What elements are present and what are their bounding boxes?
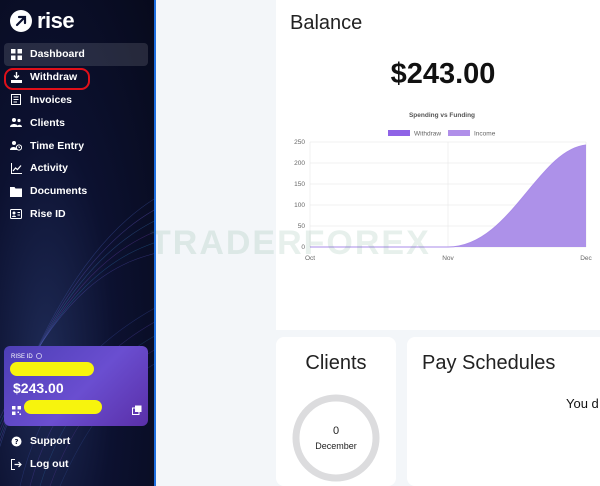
logout-icon xyxy=(10,458,22,470)
y-tick-label: 50 xyxy=(298,223,306,230)
sidebar-item-clients[interactable]: Clients xyxy=(4,111,148,134)
sidebar-item-rise-id[interactable]: Rise ID xyxy=(4,203,148,226)
sidebar-item-documents[interactable]: Documents xyxy=(4,180,148,203)
logo-text: rise xyxy=(37,8,75,33)
sidebar-item-label: Support xyxy=(30,435,71,448)
sidebar-item-dashboard[interactable]: Dashboard xyxy=(4,43,148,66)
balance-panel: Balance $243.00 Spending vs Funding With… xyxy=(276,0,600,330)
chart-x-axis: Oct Nov Dec xyxy=(305,255,593,262)
sidebar-nav: Dashboard Withdraw Invoices Clients Time… xyxy=(4,43,148,225)
sidebar: rise Dashboard Withdraw Invoices Clients xyxy=(0,0,156,486)
y-tick-label: 200 xyxy=(294,160,305,167)
sidebar-item-logout[interactable]: Log out xyxy=(4,453,148,476)
sidebar-item-withdraw[interactable]: Withdraw xyxy=(4,66,148,90)
legend-label-0[interactable]: Withdraw xyxy=(414,131,441,138)
pay-schedules-title: Pay Schedules xyxy=(422,352,556,374)
id-card-icon xyxy=(10,208,22,220)
spending-vs-funding-chart: Spending vs Funding Withdraw Income 250 20… xyxy=(276,106,600,266)
y-tick-label: 0 xyxy=(301,244,305,251)
sidebar-item-label: Time Entry xyxy=(30,139,85,152)
rise-id-card[interactable]: RISE ID $243.00 xyxy=(4,346,148,426)
y-tick-label: 100 xyxy=(294,202,305,209)
withdraw-icon xyxy=(10,71,22,83)
rise-id-label-row: RISE ID xyxy=(11,353,42,361)
info-icon[interactable] xyxy=(35,353,42,361)
sidebar-item-label: Rise ID xyxy=(30,207,66,220)
sidebar-item-activity[interactable]: Activity xyxy=(4,157,148,180)
rise-logo[interactable]: rise xyxy=(10,8,75,34)
x-tick-label: Oct xyxy=(305,255,315,262)
clients-title: Clients xyxy=(305,352,367,374)
sidebar-item-support[interactable]: ? Support xyxy=(4,430,148,453)
sidebar-item-time-entry[interactable]: Time Entry xyxy=(4,134,148,157)
chart-title: Spending vs Funding xyxy=(409,112,475,119)
chart-y-axis: 250 200 150 100 50 0 xyxy=(294,139,305,251)
legend-swatch-1[interactable] xyxy=(448,130,470,136)
y-tick-label: 150 xyxy=(294,181,305,188)
redacted-rise-id xyxy=(10,362,94,376)
sidebar-bottom-nav: ? Support Log out xyxy=(4,430,148,476)
clients-count: 0 xyxy=(332,425,340,437)
chart-legend: Withdraw Income xyxy=(388,130,496,138)
rise-logo-icon xyxy=(10,10,32,32)
pay-schedules-text: You d xyxy=(566,396,599,411)
card-balance-amount: $243.00 xyxy=(13,380,64,396)
rise-id-label: RISE ID xyxy=(11,354,33,360)
legend-label-1[interactable]: Income xyxy=(474,131,496,138)
activity-icon xyxy=(10,162,22,174)
support-icon: ? xyxy=(10,435,22,447)
redacted-wallet-address xyxy=(24,400,102,414)
x-tick-label: Dec xyxy=(580,255,592,262)
sidebar-item-label: Clients xyxy=(30,116,66,129)
pay-schedules-panel: Pay Schedules You d xyxy=(407,337,600,486)
invoice-icon xyxy=(10,94,22,106)
sidebar-item-invoices[interactable]: Invoices xyxy=(4,89,148,112)
copy-icon[interactable] xyxy=(132,402,142,415)
sidebar-item-label: Activity xyxy=(30,162,68,175)
dashboard-icon xyxy=(10,48,22,60)
sidebar-item-label: Documents xyxy=(30,185,88,198)
sidebar-item-label: Dashboard xyxy=(30,48,85,61)
balance-amount: $243.00 xyxy=(390,58,496,90)
svg-text:?: ? xyxy=(14,438,18,446)
clients-panel: Clients 0 December xyxy=(276,337,396,486)
clients-icon xyxy=(10,117,22,129)
clients-donut-chart xyxy=(292,394,380,482)
clients-period: December xyxy=(315,441,357,451)
sidebar-item-label: Invoices xyxy=(30,93,73,106)
balance-title: Balance xyxy=(290,12,363,34)
y-tick-label: 250 xyxy=(294,139,305,146)
sidebar-item-label: Withdraw xyxy=(30,71,78,84)
legend-swatch-0[interactable] xyxy=(388,130,410,136)
x-tick-label: Nov xyxy=(442,255,454,262)
documents-icon xyxy=(10,185,22,197)
qr-code-icon[interactable] xyxy=(12,402,21,415)
sidebar-item-label: Log out xyxy=(30,458,69,471)
time-entry-icon xyxy=(10,140,22,152)
chart-svg: Spending vs Funding Withdraw Income 250 20… xyxy=(294,112,593,262)
